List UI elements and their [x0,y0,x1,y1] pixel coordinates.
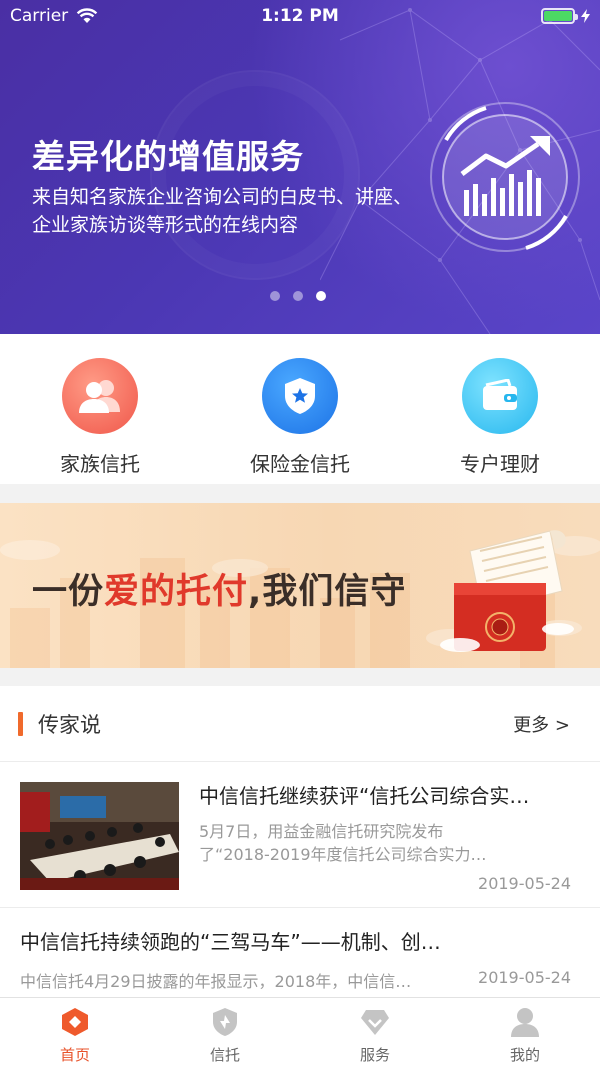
carousel-dot-active[interactable] [316,291,326,301]
promo-text-post: ,我们信守 [248,572,407,612]
tab-home[interactable]: 首页 [0,998,150,1067]
promo-text-pre: 一份 [32,572,105,612]
article-title: 中信信托继续获评“信托公司综合实… [199,784,530,808]
article-thumbnail [20,782,179,890]
tab-label: 我的 [509,1046,540,1064]
quick-label: 家族信托 [60,452,140,476]
news-header: 传家说 更多 > [0,686,600,762]
quick-label: 保险金信托 [250,452,350,476]
status-time: 1:12 PM [261,6,339,26]
growth-chart-icon [430,102,580,252]
tab-bar: 首页 信托 服务 我的 [0,997,600,1067]
news-article[interactable]: 中信信托持续领跑的“三驾马车”——机制、创… 中信信托4月29日披露的年报显示，… [0,908,600,997]
article-summary: 5月7日，用益金融信托研究院发布了“2018-2019年度信托公司综合实力… [199,822,487,864]
quick-item-family-trust[interactable]: 家族信托 [0,334,200,484]
section-accent-bar [18,711,23,736]
user-icon [509,1006,541,1038]
carousel-dot[interactable] [270,291,280,301]
charging-bolt-icon [581,9,590,23]
quick-label: 专户理财 [460,452,540,476]
hero-title: 差异化的增值服务 [32,137,304,176]
battery-icon [541,8,578,24]
carrier-label: Carrier [10,6,69,26]
hero-banner[interactable]: Carrier 1:12 PM 差异化的增值服务 来自知名家族企业咨询公司的白皮… [0,0,600,334]
wifi-icon [76,8,98,23]
shield-icon [209,1006,241,1038]
status-bar: Carrier 1:12 PM [0,0,600,32]
tab-profile[interactable]: 我的 [450,998,600,1067]
article-title: 中信信托持续领跑的“三驾马车”——机制、创… [20,930,441,954]
article-date: 2019-05-24 [478,874,571,893]
home-hexagon-icon [59,1006,91,1038]
article-summary: 中信信托4月29日披露的年报显示，2018年，中信信… [20,972,412,991]
quick-item-private-wealth[interactable]: 专户理财 [400,334,600,484]
tab-trust[interactable]: 信托 [150,998,300,1067]
hero-subtitle: 来自知名家族企业咨询公司的白皮书、讲座、企业家族访谈等形式的在线内容 [32,186,413,236]
quick-menu: 家族信托 保险金信托 专户理财 [0,334,600,484]
news-section: 传家说 更多 > 中信信托继续获评“信托公司综合实… 5月7日，用益金融信托研究… [0,686,600,997]
article-date: 2019-05-24 [478,968,571,987]
shield-star-icon [262,358,338,434]
red-envelope-icon [440,530,574,652]
promo-slogan: 一份爱的托付,我们信守 [32,563,406,614]
carousel-dot[interactable] [293,291,303,301]
news-article[interactable]: 中信信托继续获评“信托公司综合实… 5月7日，用益金融信托研究院发布了“2018… [0,762,600,908]
quick-item-insurance-trust[interactable]: 保险金信托 [200,334,400,484]
wallet-icon [462,358,538,434]
tab-label: 首页 [59,1046,90,1064]
tab-service[interactable]: 服务 [300,998,450,1067]
diamond-icon [359,1006,391,1038]
promo-text-highlight: 爱的托付 [104,572,249,612]
tab-label: 服务 [359,1046,390,1064]
tab-label: 信托 [209,1046,240,1064]
promo-banner[interactable]: 一份爱的托付,我们信守 [0,503,600,668]
carousel-dots[interactable] [270,291,326,301]
more-link[interactable]: 更多 > [513,711,570,737]
family-users-icon [62,358,138,434]
section-title: 传家说 [38,712,101,737]
